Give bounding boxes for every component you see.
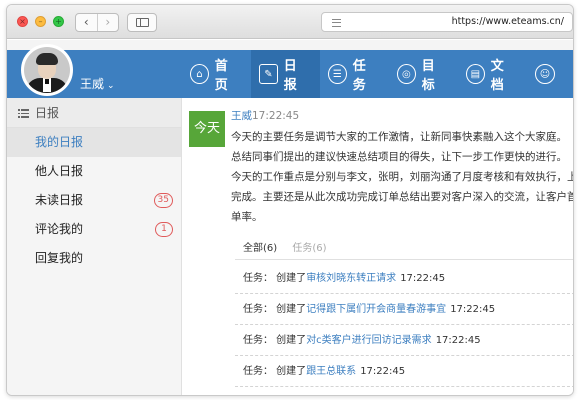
main-nav: ⌂ 首页 ✎ 日报 ☰ 任务 ◎ 目标 ▤ 文档 ☺ bbox=[182, 50, 573, 98]
unread-count-badge: 35 bbox=[153, 193, 173, 208]
close-icon: × bbox=[19, 17, 26, 26]
user-name: 王威 bbox=[80, 77, 105, 91]
user-icon: ☺ bbox=[535, 64, 555, 84]
sidebar-item-label: 他人日报 bbox=[35, 164, 84, 178]
post-line: 今天的主要任务是调节大家的工作激情，让新同事快素融入这个大家庭。 bbox=[231, 131, 567, 143]
chevron-right-icon: › bbox=[105, 15, 111, 29]
tab-all[interactable]: 全部(6) bbox=[243, 243, 277, 254]
post-line: 单率。 bbox=[231, 211, 263, 223]
task-list-icon: ☰ bbox=[328, 64, 347, 84]
activity-prefix: 任务： 创建了 bbox=[243, 366, 307, 377]
activity-prefix: 任务： 创建了 bbox=[243, 335, 307, 346]
history-nav: ‹ › bbox=[75, 13, 119, 32]
nav-item-label: 目标 bbox=[421, 59, 435, 93]
post-line: 完成。主要还是从此次成功完成订单总结出要对客户深入的交流，让客户首席产 bbox=[231, 191, 574, 203]
report-icon: ✎ bbox=[259, 64, 278, 84]
nav-item-home[interactable]: ⌂ 首页 bbox=[182, 50, 251, 98]
chevron-left-icon: ‹ bbox=[83, 15, 89, 29]
activity-item: 任务： 创建了对c类客户进行回访记录需求 17:22:45 bbox=[235, 325, 573, 356]
report-feed: 今天 王威17:22:45 今天的主要任务是调节大家的工作激情，让新同事快素融入… bbox=[183, 98, 574, 395]
sidebar-item-label: 我的日报 bbox=[35, 135, 84, 149]
activity-item: 任务： 创建了记得跟下属们开会商量春游事宜 17:22:45 bbox=[235, 294, 573, 325]
address-bar[interactable]: https://www.eteams.cn/ bbox=[321, 12, 573, 32]
nav-item-daily-report[interactable]: ✎ 日报 bbox=[251, 50, 320, 98]
minimize-icon: – bbox=[38, 17, 43, 26]
activity-item: 任务： 创建了跟王总联系 17:22:45 bbox=[235, 356, 573, 387]
activity-time: 17:22:45 bbox=[435, 335, 481, 346]
url-text: https://www.eteams.cn/ bbox=[451, 16, 564, 27]
header-top-strip bbox=[7, 40, 573, 50]
sidebar-item-unread-reports[interactable]: 未读日报 35 bbox=[7, 186, 181, 215]
report-post: 王威17:22:45 今天的主要任务是调节大家的工作激情，让新同事快素融入这个大… bbox=[231, 108, 574, 227]
minimize-window-button[interactable]: – bbox=[35, 16, 46, 27]
task-link[interactable]: 审核刘晓东转正请求 bbox=[306, 273, 396, 284]
nav-item-label: 首页 bbox=[214, 59, 228, 93]
maximize-icon: + bbox=[55, 17, 62, 26]
browser-titlebar: × – + ‹ › https://www.eteams.cn/ bbox=[7, 5, 573, 39]
browser-window: × – + ‹ › https://www.eteams.cn/ 王威 ⌄ ⌂ 首… bbox=[6, 4, 574, 396]
nav-item-label: 任务 bbox=[352, 59, 366, 93]
sidebar-item-label: 评论我的 bbox=[35, 222, 84, 236]
sidebar-item-replies-to-me[interactable]: 回复我的 bbox=[7, 244, 181, 273]
forward-button[interactable]: › bbox=[96, 14, 119, 31]
close-window-button[interactable]: × bbox=[17, 16, 28, 27]
sidebar-toggle-button[interactable] bbox=[127, 13, 157, 32]
sidebar-icon bbox=[136, 18, 149, 27]
chevron-down-icon: ⌄ bbox=[107, 81, 115, 91]
activity-time: 17:22:45 bbox=[360, 366, 406, 377]
sidebar-header: 日报 bbox=[7, 98, 181, 128]
nav-item-tasks[interactable]: ☰ 任务 bbox=[320, 50, 389, 98]
user-menu[interactable]: 王威 ⌄ bbox=[80, 75, 115, 92]
date-tag: 今天 bbox=[189, 111, 225, 147]
home-icon: ⌂ bbox=[190, 64, 209, 84]
sidebar-item-label: 未读日报 bbox=[35, 193, 84, 207]
sidebar: 日报 我的日报 他人日报 未读日报 35 评论我的 1 回复我的 bbox=[7, 98, 182, 395]
sidebar-item-my-reports[interactable]: 我的日报 bbox=[7, 128, 181, 157]
document-icon: ▤ bbox=[466, 64, 485, 84]
task-link[interactable]: 对c类客户进行回访记录需求 bbox=[306, 335, 432, 346]
nav-item-documents[interactable]: ▤ 文档 bbox=[458, 50, 527, 98]
tab-tasks[interactable]: 任务(6) bbox=[292, 243, 326, 254]
task-link[interactable]: 跟王总联系 bbox=[306, 366, 356, 377]
task-link[interactable]: 记得跟下属们开会商量春游事宜 bbox=[306, 304, 446, 315]
activity-prefix: 任务： 创建了 bbox=[243, 304, 307, 315]
reader-icon[interactable] bbox=[332, 19, 341, 27]
nav-item-label: 文档 bbox=[490, 59, 504, 93]
nav-item-goals[interactable]: ◎ 目标 bbox=[389, 50, 458, 98]
comment-count-badge: 1 bbox=[155, 222, 173, 237]
post-meta: 王威17:22:45 bbox=[231, 108, 573, 123]
back-button[interactable]: ‹ bbox=[76, 14, 97, 31]
maximize-window-button[interactable]: + bbox=[53, 16, 64, 27]
sidebar-title: 日报 bbox=[35, 106, 60, 120]
post-time: 17:22:45 bbox=[252, 110, 300, 122]
sidebar-item-comments-on-me[interactable]: 评论我的 1 bbox=[7, 215, 181, 244]
target-icon: ◎ bbox=[397, 64, 416, 84]
nav-item-people[interactable]: ☺ bbox=[527, 50, 573, 98]
sidebar-item-label: 回复我的 bbox=[35, 251, 84, 265]
avatar[interactable] bbox=[21, 44, 73, 96]
sidebar-item-others-reports[interactable]: 他人日报 bbox=[7, 157, 181, 186]
nav-item-label: 日报 bbox=[283, 59, 297, 93]
app-header: 王威 ⌄ ⌂ 首页 ✎ 日报 ☰ 任务 ◎ 目标 ▤ 文档 ☺ bbox=[7, 40, 573, 98]
activity-tabs: 全部(6) 任务(6) bbox=[235, 237, 573, 260]
activity-item: 任务： 创建了审核刘晓东转正请求 17:22:45 bbox=[235, 263, 573, 294]
activity-prefix: 任务： 创建了 bbox=[243, 273, 307, 284]
activity-time: 17:22:45 bbox=[400, 273, 446, 284]
post-line: 总结同事们提出的建议快速总结项目的得失，让下一步工作更快的进行。 bbox=[231, 151, 567, 163]
list-icon bbox=[18, 109, 29, 118]
post-author-link[interactable]: 王威 bbox=[231, 110, 252, 122]
activity-time: 17:22:45 bbox=[450, 304, 496, 315]
post-line: 今天的工作重点是分别与李文，张明，刘丽沟通了月度考核和有效执行，上个月 bbox=[231, 171, 574, 183]
